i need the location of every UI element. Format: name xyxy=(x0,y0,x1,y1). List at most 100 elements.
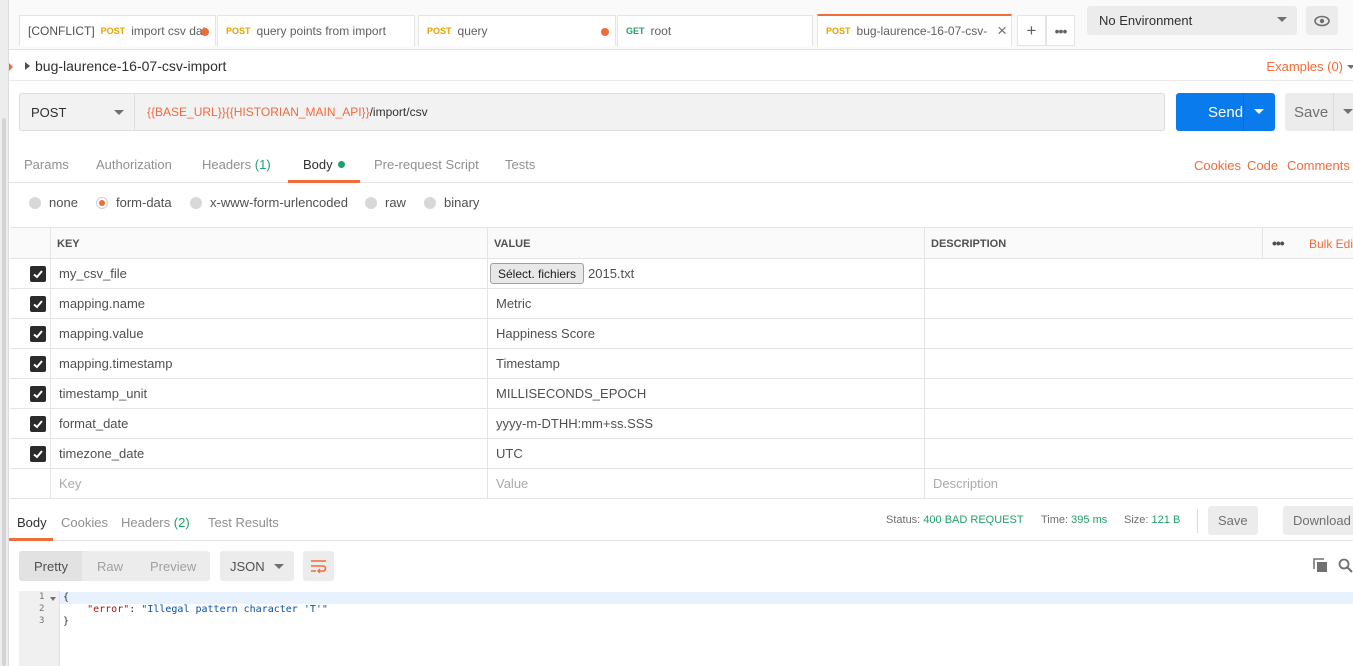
response-tab-cookies[interactable]: Cookies xyxy=(61,515,108,530)
column-divider xyxy=(50,319,51,348)
copy-icon[interactable] xyxy=(1313,558,1328,573)
response-status: Status: 400 BAD REQUEST xyxy=(886,514,1024,526)
code-link[interactable]: Code xyxy=(1247,158,1278,173)
expand-caret-icon[interactable] xyxy=(25,62,30,70)
method-label: POST xyxy=(31,104,67,120)
line-number: 2 xyxy=(39,604,45,614)
more-tabs-button[interactable]: ••• xyxy=(1046,15,1075,46)
tab-label: query xyxy=(457,24,488,38)
mode-raw[interactable]: Raw xyxy=(97,559,123,574)
row-checkbox[interactable] xyxy=(30,296,46,312)
column-divider xyxy=(50,228,51,258)
column-divider xyxy=(50,349,51,378)
row-value[interactable]: Metric xyxy=(496,296,531,311)
save-response-button[interactable]: Save xyxy=(1208,506,1258,535)
scrollbar-thumb[interactable] xyxy=(2,118,6,666)
row-value[interactable]: Timestamp xyxy=(496,356,560,371)
tab-query-points-from-import[interactable]: POST query points from import xyxy=(217,15,415,46)
response-tab-headers[interactable]: Headers (2) xyxy=(121,515,190,530)
fold-caret-icon[interactable] xyxy=(50,597,56,601)
column-divider xyxy=(50,259,51,288)
row-checkbox[interactable] xyxy=(30,326,46,342)
radio-binary[interactable]: binary xyxy=(424,195,479,210)
bulk-edit-link[interactable]: Bulk Edit xyxy=(1309,237,1353,251)
new-description-input[interactable]: Description xyxy=(933,476,998,491)
tab-query[interactable]: POST query xyxy=(418,15,616,46)
wrap-lines-button[interactable] xyxy=(303,551,334,581)
tab-tests[interactable]: Tests xyxy=(505,157,535,172)
tab-label: query points from import xyxy=(256,24,386,38)
radio-label: form-data xyxy=(116,195,172,210)
environment-quick-look-button[interactable] xyxy=(1306,6,1338,35)
environment-select[interactable]: No Environment xyxy=(1087,6,1297,35)
new-key-input[interactable]: Key xyxy=(59,476,81,491)
search-icon[interactable] xyxy=(1338,558,1353,573)
row-key[interactable]: my_csv_file xyxy=(59,266,127,281)
tab-headers[interactable]: Headers (1) xyxy=(202,157,271,172)
row-checkbox[interactable] xyxy=(30,356,46,372)
status-value: 400 BAD REQUEST xyxy=(923,514,1024,526)
send-options-caret-icon[interactable] xyxy=(1254,109,1264,114)
row-key[interactable]: mapping.name xyxy=(59,296,145,311)
row-value[interactable]: UTC xyxy=(496,446,523,461)
chevron-down-icon xyxy=(1347,65,1353,69)
radio-raw[interactable]: raw xyxy=(365,195,406,210)
save-options-caret-icon[interactable] xyxy=(1343,109,1353,114)
send-button[interactable]: Send xyxy=(1176,93,1275,131)
tab-root[interactable]: GET root xyxy=(617,15,813,46)
table-row: mapping.name Metric xyxy=(10,289,1353,319)
mode-pretty[interactable]: Pretty xyxy=(34,559,68,574)
tab-pre-request-script[interactable]: Pre-request Script xyxy=(374,157,479,172)
close-tab-icon[interactable]: × xyxy=(997,22,1007,40)
language-select[interactable]: JSON xyxy=(220,551,294,581)
response-body-editor[interactable]: 1 2 3 { "error": "Illegal pattern charac… xyxy=(19,591,1353,666)
new-value-input[interactable]: Value xyxy=(496,476,528,491)
headers-count: (1) xyxy=(254,157,271,172)
response-headers-count: (2) xyxy=(173,515,190,530)
tab-bug-laurence-active[interactable]: POST bug-laurence-16-07-csv-import × xyxy=(817,14,1012,47)
http-method-select[interactable]: POST xyxy=(19,93,135,131)
tab-params[interactable]: Params xyxy=(24,157,69,172)
row-key[interactable]: timestamp_unit xyxy=(59,386,147,401)
comments-link[interactable]: Comments (0) xyxy=(1287,158,1353,173)
row-key[interactable]: mapping.timestamp xyxy=(59,356,172,371)
mode-preview[interactable]: Preview xyxy=(150,559,196,574)
save-button[interactable]: Save xyxy=(1285,93,1353,131)
row-value[interactable]: MILLISECONDS_EPOCH xyxy=(496,386,646,401)
url-input[interactable]: {{BASE_URL}} {{HISTORIAN_MAIN_API}}/impor… xyxy=(135,93,1165,131)
column-header-key: KEY xyxy=(57,238,80,250)
row-checkbox[interactable] xyxy=(30,266,46,282)
examples-dropdown[interactable]: Examples (0) xyxy=(1266,59,1343,74)
radio-form-data[interactable]: form-data xyxy=(96,195,172,210)
row-key[interactable]: format_date xyxy=(59,416,128,431)
tab-method: POST xyxy=(226,26,251,36)
selected-file-name: 2015.txt xyxy=(588,266,635,281)
table-row: mapping.value Happiness Score xyxy=(10,319,1353,349)
tab-body[interactable]: Body xyxy=(303,157,345,172)
response-tab-test-results[interactable]: Test Results xyxy=(208,515,279,530)
response-tab-body[interactable]: Body xyxy=(17,515,47,530)
radio-x-www-form-urlencoded[interactable]: x-www-form-urlencoded xyxy=(190,195,348,210)
table-options-icon[interactable]: ••• xyxy=(1272,235,1285,251)
row-value[interactable]: Happiness Score xyxy=(496,326,595,341)
row-value[interactable]: yyyy-m-DTHH:mm+ss.SSS xyxy=(496,416,653,431)
tab-import-csv-data[interactable]: [CONFLICT] POST import csv data xyxy=(19,15,216,46)
row-checkbox[interactable] xyxy=(30,446,46,462)
cookies-link[interactable]: Cookies xyxy=(1194,158,1241,173)
row-key[interactable]: timezone_date xyxy=(59,446,144,461)
row-key[interactable]: mapping.value xyxy=(59,326,144,341)
tab-authorization[interactable]: Authorization xyxy=(96,157,172,172)
response-tabs: Body Cookies Headers (2) Test Results St… xyxy=(9,505,1353,541)
request-title[interactable]: bug-laurence-16-07-csv-import xyxy=(35,58,226,74)
radio-selected-icon xyxy=(96,196,108,209)
column-divider xyxy=(924,228,925,258)
choose-file-button[interactable]: Sélect. fichiers xyxy=(490,263,585,284)
column-divider xyxy=(487,289,488,318)
table-row: timezone_date UTC xyxy=(10,439,1353,469)
tab-label: bug-laurence-16-07-csv-import xyxy=(856,24,988,38)
row-checkbox[interactable] xyxy=(30,416,46,432)
new-tab-button[interactable]: + xyxy=(1017,15,1046,46)
row-checkbox[interactable] xyxy=(30,386,46,402)
download-response-button[interactable]: Download xyxy=(1283,506,1353,535)
radio-none[interactable]: none xyxy=(29,195,78,210)
